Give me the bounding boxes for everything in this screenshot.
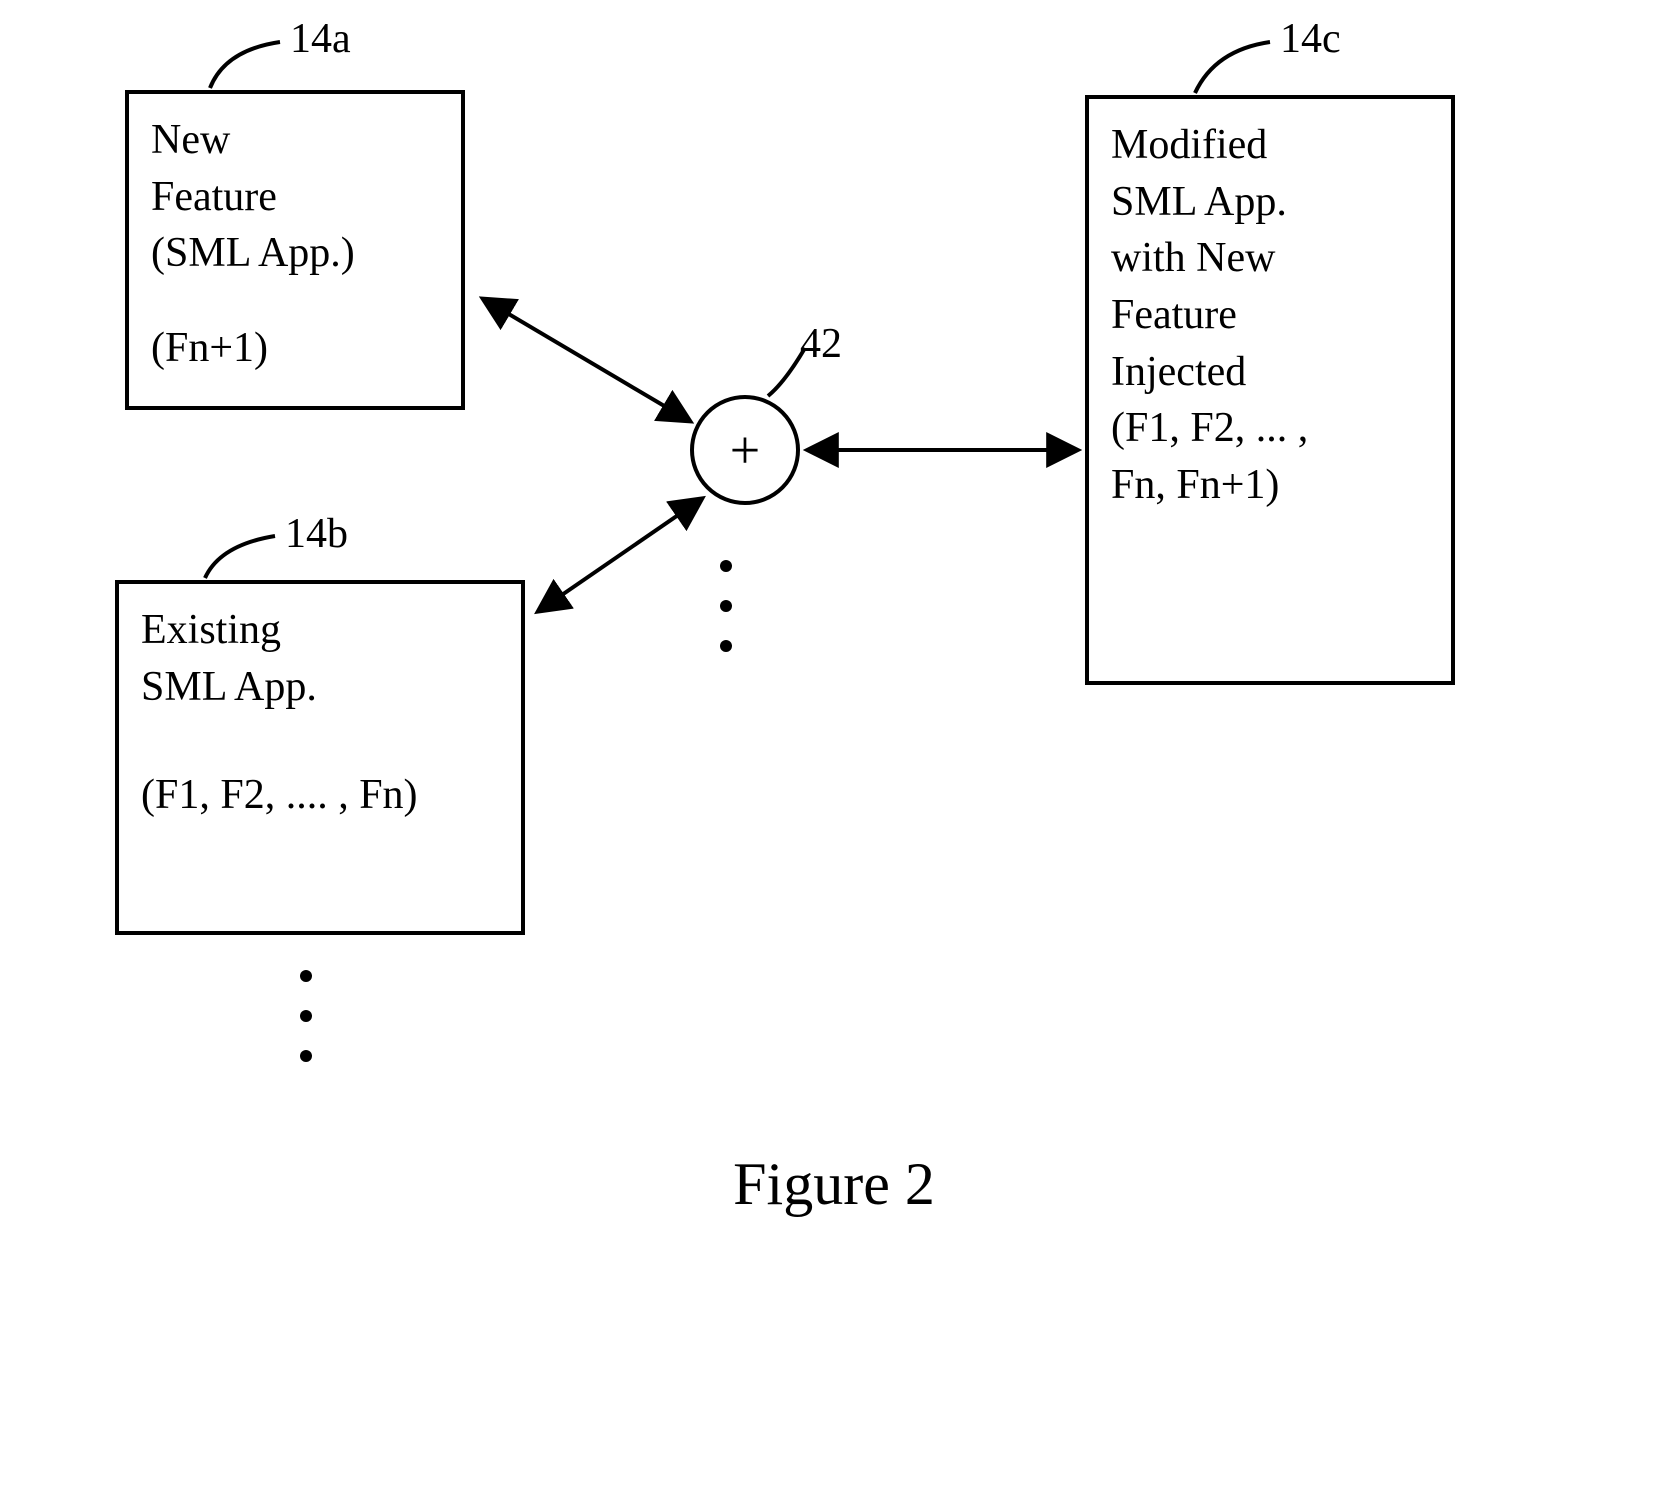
ellipsis-dot	[300, 1050, 312, 1062]
box-a-line4: (Fn+1)	[151, 320, 439, 377]
arrow-b-to-plus	[540, 500, 700, 610]
arrow-a-to-plus	[485, 300, 688, 420]
ellipsis-dot	[720, 600, 732, 612]
combiner-plus: +	[690, 395, 800, 505]
box-existing-app: Existing SML App. (F1, F2, .... , Fn)	[115, 580, 525, 935]
ref-label-14a: 14a	[290, 15, 351, 63]
box-b-line3: (F1, F2, .... , Fn)	[141, 767, 499, 824]
box-b-line2: SML App.	[141, 659, 499, 716]
ellipsis-dot	[300, 970, 312, 982]
plus-icon: +	[730, 419, 760, 481]
box-c-line7: Fn, Fn+1)	[1111, 457, 1429, 514]
ref-label-42: 42	[800, 320, 842, 368]
box-a-line1: New	[151, 112, 439, 169]
ref-label-14b: 14b	[285, 510, 348, 558]
ellipsis-dot	[720, 560, 732, 572]
box-new-feature: New Feature (SML App.) (Fn+1)	[125, 90, 465, 410]
box-c-line5: Injected	[1111, 344, 1429, 401]
ellipsis-dot	[300, 1010, 312, 1022]
box-modified-app: Modified SML App. with New Feature Injec…	[1085, 95, 1455, 685]
figure-caption: Figure 2	[0, 1150, 1668, 1219]
box-a-line3: (SML App.)	[151, 225, 439, 282]
box-c-line3: with New	[1111, 230, 1429, 287]
callout-14a	[210, 42, 280, 88]
box-c-line2: SML App.	[1111, 174, 1429, 231]
callout-14c	[1195, 42, 1270, 93]
box-b-line1: Existing	[141, 602, 499, 659]
box-c-line4: Feature	[1111, 287, 1429, 344]
box-a-line2: Feature	[151, 169, 439, 226]
ellipsis-dot	[720, 640, 732, 652]
box-c-line1: Modified	[1111, 117, 1429, 174]
ref-label-14c: 14c	[1280, 15, 1341, 63]
callout-14b	[205, 536, 275, 578]
box-c-line6: (F1, F2, ... ,	[1111, 400, 1429, 457]
